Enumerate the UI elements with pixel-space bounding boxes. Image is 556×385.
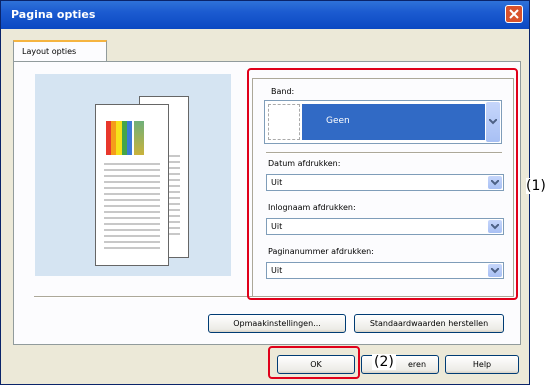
title-bar: Pagina opties (1, 1, 529, 29)
callout-2: (2) (372, 354, 396, 370)
preview-color-bars (106, 121, 133, 155)
tab-layout-options[interactable]: Layout opties (13, 40, 107, 62)
preview-page-front (95, 104, 169, 266)
preview-text-lines (104, 163, 160, 253)
preview-gradient-bar (134, 121, 144, 155)
tab-label: Layout opties (22, 47, 77, 56)
restore-defaults-button[interactable]: Standaardwaarden herstellen (354, 314, 504, 333)
highlight-ok (268, 346, 360, 379)
window-title: Pagina opties (11, 8, 96, 21)
cancel-label: eren (408, 360, 427, 369)
formatting-settings-button[interactable]: Opmaakinstellingen... (208, 314, 346, 333)
page-preview (35, 74, 231, 276)
close-icon (509, 9, 519, 19)
help-button[interactable]: Help (445, 355, 519, 374)
callout-1: (1) (526, 178, 546, 194)
close-button[interactable] (505, 5, 523, 23)
highlight-options (247, 68, 518, 300)
